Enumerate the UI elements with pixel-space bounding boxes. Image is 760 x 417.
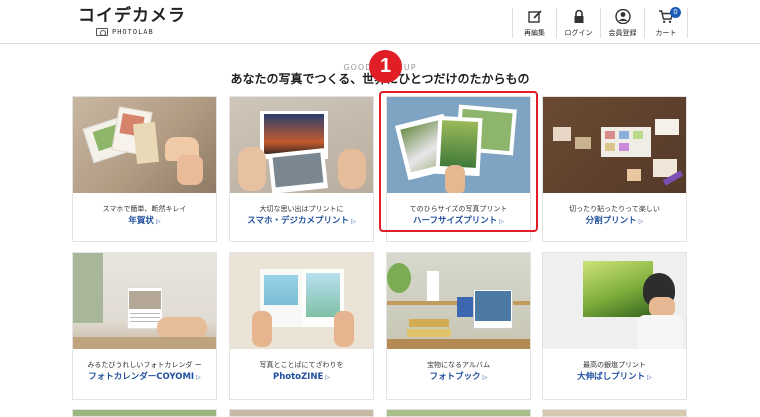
product-card-partial[interactable] — [72, 409, 217, 417]
product-name-link[interactable]: スマホ・デジカメプリント — [230, 216, 373, 227]
product-card-partial[interactable] — [229, 409, 374, 417]
product-photo — [73, 97, 216, 193]
nav-register[interactable]: 会員登録 — [600, 8, 644, 38]
nav-login-label: ログイン — [564, 29, 593, 37]
nav-register-label: 会員登録 — [608, 29, 637, 37]
nav-reedit[interactable]: 再編集 — [512, 8, 556, 38]
product-photo — [73, 253, 216, 349]
nav-reedit-label: 再編集 — [524, 29, 545, 37]
nav-cart[interactable]: 0 カート — [644, 7, 688, 38]
nav-cart-label: カート — [655, 29, 677, 37]
product-photo — [230, 253, 373, 349]
product-description: 写真とことばにてざわりを — [259, 361, 344, 369]
nav-login[interactable]: ログイン — [556, 8, 600, 38]
product-photo — [543, 97, 686, 193]
product-card-large-print[interactable]: 最高の銀塩プリント 大伸ばしプリント — [542, 252, 687, 400]
highlight-box — [379, 91, 538, 232]
product-name-link[interactable]: 大伸ばしプリント — [543, 372, 686, 383]
user-icon — [614, 9, 631, 24]
product-card-photo-calendar[interactable]: みるたびうれしいフォトカレンダ ー フォトカレンダーCOYOMI — [72, 252, 217, 400]
camera-icon — [96, 28, 108, 36]
site-logo[interactable]: コイデカメラ PHOTOLAB — [78, 6, 186, 36]
product-card-partial[interactable] — [386, 409, 531, 417]
product-name-link[interactable]: フォトブック — [387, 372, 530, 383]
product-card-split-print[interactable]: 切ったり貼ったりって楽しい 分割プリント — [542, 96, 687, 242]
product-description: スマホで簡単、断然キレイ — [102, 205, 187, 213]
product-name-link[interactable]: PhotoZINE — [230, 372, 373, 383]
product-name-link[interactable]: 年賀状 — [73, 216, 216, 227]
header-nav: 再編集 ログイン 会員登録 0 カート — [512, 7, 688, 38]
lock-icon — [574, 9, 583, 23]
edit-icon — [527, 10, 542, 23]
product-name-link[interactable]: フォトカレンダーCOYOMI — [73, 372, 216, 383]
product-description: 最高の銀塩プリント — [583, 361, 646, 369]
logo-text: コイデカメラ — [78, 6, 186, 26]
product-photo — [387, 253, 530, 349]
product-card-nengajo[interactable]: スマホで簡単、断然キレイ 年賀状 — [72, 96, 217, 242]
product-card-smartphone-print[interactable]: 大切な思い出はプリントに スマホ・デジカメプリント — [229, 96, 374, 242]
product-description: みるたびうれしいフォトカレンダ ー — [87, 361, 202, 369]
site-header: コイデカメラ PHOTOLAB 再編集 ログイン 会員登録 0 カート — [0, 0, 760, 44]
product-card-photobook[interactable]: 宝物になるアルバム フォトブック — [386, 252, 531, 400]
cart-count-badge: 0 — [670, 7, 681, 18]
product-card-partial[interactable] — [542, 409, 687, 417]
logo-sub-text: PHOTOLAB — [112, 28, 154, 36]
product-card-photozine[interactable]: 写真とことばにてざわりを PhotoZINE — [229, 252, 374, 400]
product-description: 大切な思い出はプリントに — [259, 205, 344, 213]
product-name-link[interactable]: 分割プリント — [543, 216, 686, 227]
logo-subline: PHOTOLAB — [96, 28, 154, 36]
product-photo — [230, 97, 373, 193]
product-description: 宝物になるアルバム — [427, 361, 490, 369]
product-photo — [543, 253, 686, 349]
step-marker: 1 — [369, 50, 402, 83]
product-description: 切ったり貼ったりって楽しい — [569, 205, 660, 213]
